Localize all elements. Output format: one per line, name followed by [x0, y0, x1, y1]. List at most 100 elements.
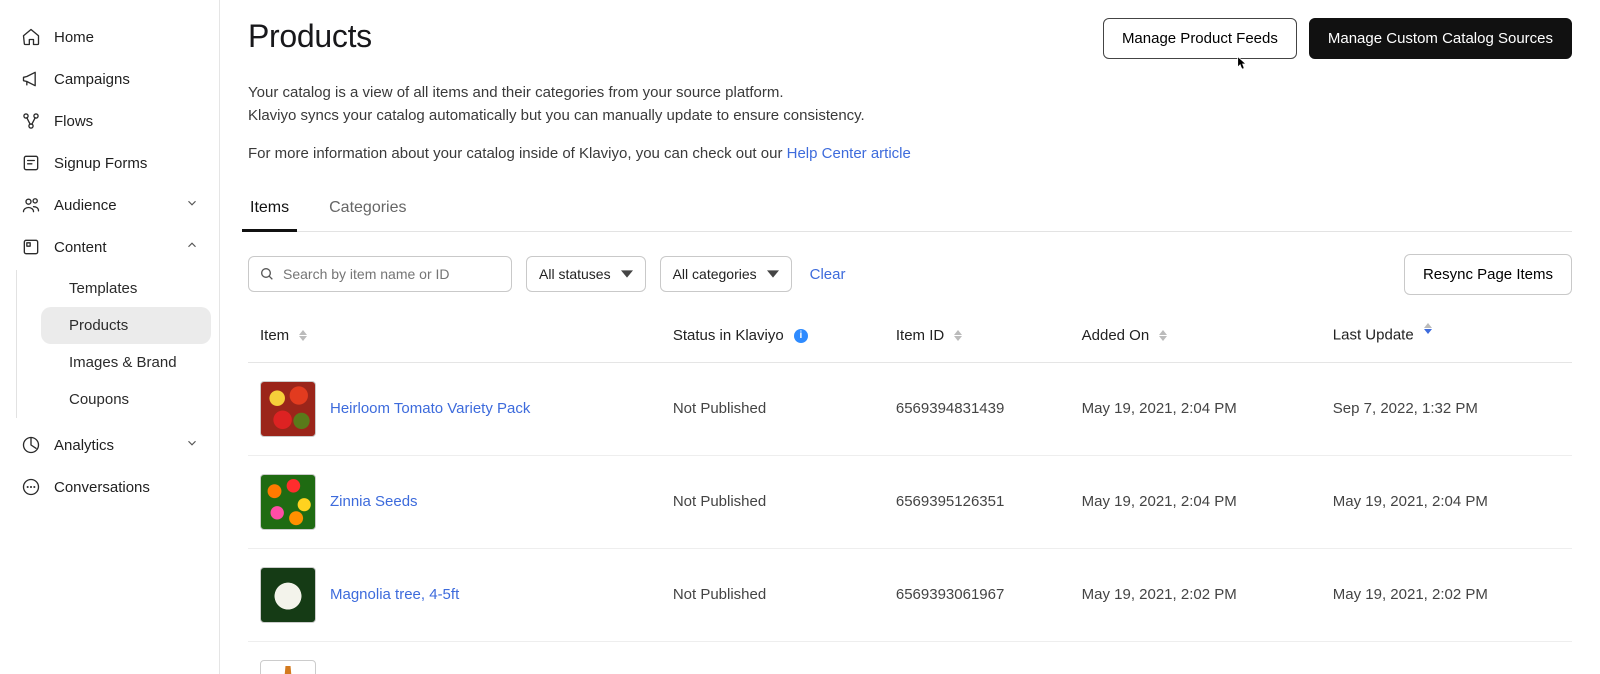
table-row: Magnolia tree, 4-5ft Not Published 65693…: [248, 548, 1572, 641]
sidebar-item-label: Conversations: [54, 479, 150, 496]
category-filter-select[interactable]: All categories: [660, 256, 792, 292]
sidebar-item-label: Templates: [69, 280, 137, 297]
sidebar-subitem-products[interactable]: Products: [41, 307, 211, 344]
col-added-on[interactable]: Added On: [1070, 313, 1321, 363]
sidebar-item-flows[interactable]: Flows: [8, 100, 211, 142]
form-icon: [20, 152, 42, 174]
cell-status: Not Published: [661, 641, 884, 674]
table-row: Small Trowel Not Published 6569390571599…: [248, 641, 1572, 674]
chevron-down-icon: [621, 268, 633, 280]
cell-last-update: May 19, 2021, 2:02 PM: [1321, 548, 1572, 641]
col-label: Status in Klaviyo: [673, 327, 784, 344]
sidebar-item-label: Products: [69, 317, 128, 334]
info-icon[interactable]: i: [794, 329, 808, 343]
sidebar-item-home[interactable]: Home: [8, 16, 211, 58]
sidebar-item-label: Images & Brand: [69, 354, 177, 371]
cell-item-id: 6569395126351: [884, 455, 1070, 548]
product-name-link[interactable]: Magnolia tree, 4-5ft: [330, 586, 459, 603]
col-last-update[interactable]: Last Update: [1321, 313, 1572, 363]
cell-added-on: May 19, 2021, 2:04 PM: [1070, 362, 1321, 455]
cell-item-id: 6569393061967: [884, 548, 1070, 641]
cell-status: Not Published: [661, 362, 884, 455]
table-toolbar: All statuses All categories Clear Resync…: [248, 232, 1572, 313]
col-label: Added On: [1082, 327, 1150, 344]
sidebar-item-label: Audience: [54, 197, 117, 214]
sidebar-item-campaigns[interactable]: Campaigns: [8, 58, 211, 100]
home-icon: [20, 26, 42, 48]
search-input-wrap[interactable]: [248, 256, 512, 292]
sort-icon: [1424, 323, 1432, 334]
cell-last-update: May 19, 2021, 1:57 PM: [1321, 641, 1572, 674]
page-title: Products: [248, 18, 372, 55]
products-table: Item Status in Klaviyo i Item ID Added O…: [248, 313, 1572, 674]
status-filter-label: All statuses: [539, 266, 611, 282]
sort-icon: [299, 330, 307, 341]
page-header: Products Manage Product Feeds Manage Cus…: [248, 18, 1572, 59]
cell-added-on: May 19, 2021, 2:02 PM: [1070, 548, 1321, 641]
resync-button[interactable]: Resync Page Items: [1404, 254, 1572, 295]
sidebar-item-label: Analytics: [54, 437, 114, 454]
table-row: Zinnia Seeds Not Published 6569395126351…: [248, 455, 1572, 548]
cell-status: Not Published: [661, 455, 884, 548]
sidebar-item-content[interactable]: Content: [8, 226, 211, 268]
sort-icon: [954, 330, 962, 341]
col-item-id[interactable]: Item ID: [884, 313, 1070, 363]
product-thumbnail: [260, 567, 316, 623]
content-submenu: Templates Products Images & Brand Coupon…: [16, 270, 211, 418]
catalog-help-text: For more information about your catalog …: [248, 142, 1572, 165]
desc-line-3: For more information about your catalog …: [248, 145, 787, 162]
product-thumbnail: [260, 381, 316, 437]
clear-filters-link[interactable]: Clear: [810, 266, 846, 283]
sidebar-item-audience[interactable]: Audience: [8, 184, 211, 226]
cell-added-on: May 19, 2021, 1:57 PM: [1070, 641, 1321, 674]
manage-product-feeds-button[interactable]: Manage Product Feeds: [1103, 18, 1297, 59]
chevron-up-icon: [185, 238, 199, 256]
header-actions: Manage Product Feeds Manage Custom Catal…: [1103, 18, 1572, 59]
sidebar-subitem-images-brand[interactable]: Images & Brand: [41, 344, 211, 381]
sidebar-item-label: Coupons: [69, 391, 129, 408]
manage-custom-catalog-button[interactable]: Manage Custom Catalog Sources: [1309, 18, 1572, 59]
sidebar-item-label: Content: [54, 239, 107, 256]
col-label: Last Update: [1333, 326, 1414, 343]
status-filter-select[interactable]: All statuses: [526, 256, 646, 292]
main-content: Products Manage Product Feeds Manage Cus…: [220, 0, 1600, 674]
sidebar-subitem-coupons[interactable]: Coupons: [41, 381, 211, 418]
desc-line-2: Klaviyo syncs your catalog automatically…: [248, 107, 865, 124]
sidebar-item-analytics[interactable]: Analytics: [8, 424, 211, 466]
tab-categories[interactable]: Categories: [327, 189, 408, 231]
tab-items[interactable]: Items: [248, 189, 291, 231]
sidebar-item-conversations[interactable]: Conversations: [8, 466, 211, 508]
product-thumbnail: [260, 660, 316, 674]
cell-item-id: 6569394831439: [884, 362, 1070, 455]
col-status: Status in Klaviyo i: [661, 313, 884, 363]
cell-item-id: 6569390571599: [884, 641, 1070, 674]
product-name-link[interactable]: Zinnia Seeds: [330, 493, 418, 510]
col-label: Item: [260, 327, 289, 344]
sidebar: Home Campaigns Flows Signup Forms Audien…: [0, 0, 220, 674]
cell-added-on: May 19, 2021, 2:04 PM: [1070, 455, 1321, 548]
chevron-down-icon: [767, 268, 779, 280]
chevron-down-icon: [185, 196, 199, 214]
search-input[interactable]: [283, 266, 501, 282]
sidebar-item-signup-forms[interactable]: Signup Forms: [8, 142, 211, 184]
audience-icon: [20, 194, 42, 216]
sidebar-subitem-templates[interactable]: Templates: [41, 270, 211, 307]
chevron-down-icon: [185, 436, 199, 454]
conversations-icon: [20, 476, 42, 498]
content-icon: [20, 236, 42, 258]
sidebar-item-label: Home: [54, 29, 94, 46]
category-filter-label: All categories: [673, 266, 757, 282]
col-item[interactable]: Item: [248, 313, 661, 363]
sidebar-item-label: Flows: [54, 113, 93, 130]
sidebar-item-label: Signup Forms: [54, 155, 147, 172]
help-center-link[interactable]: Help Center article: [787, 145, 911, 162]
product-thumbnail: [260, 474, 316, 530]
desc-line-1: Your catalog is a view of all items and …: [248, 84, 784, 101]
product-name-link[interactable]: Heirloom Tomato Variety Pack: [330, 400, 530, 417]
megaphone-icon: [20, 68, 42, 90]
cell-last-update: Sep 7, 2022, 1:32 PM: [1321, 362, 1572, 455]
cell-last-update: May 19, 2021, 2:04 PM: [1321, 455, 1572, 548]
search-icon: [259, 266, 275, 282]
cell-status: Not Published: [661, 548, 884, 641]
flows-icon: [20, 110, 42, 132]
